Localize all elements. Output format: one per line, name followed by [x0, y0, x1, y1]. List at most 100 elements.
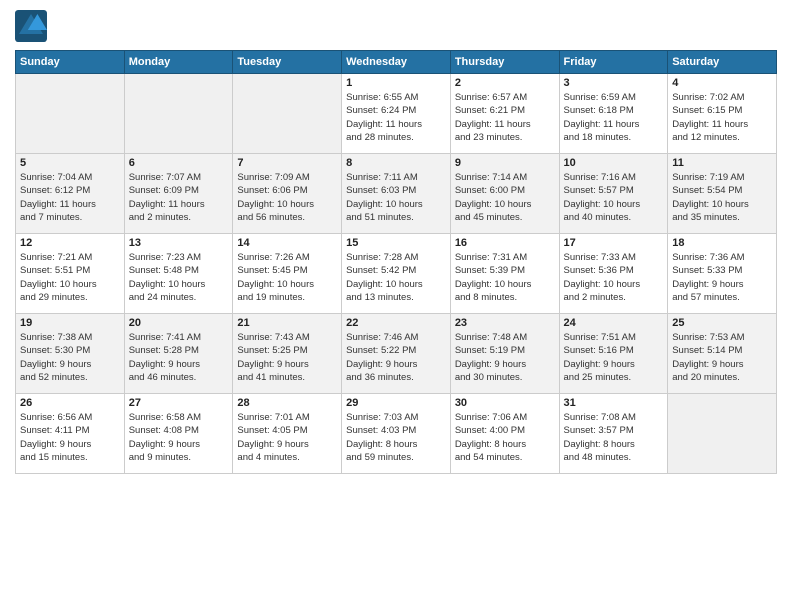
day-cell: 9 Sunrise: 7:14 AM Sunset: 6:00 PM Daylig… — [450, 154, 559, 234]
logo — [15, 10, 51, 42]
day-cell: 12 Sunrise: 7:21 AM Sunset: 5:51 PM Dayli… — [16, 234, 125, 314]
day-info: Sunrise: 6:58 AM Sunset: 4:08 PM Dayligh… — [129, 411, 229, 464]
day-number: 14 — [237, 237, 337, 249]
weekday-header-sunday: Sunday — [16, 51, 125, 74]
day-cell: 11 Sunrise: 7:19 AM Sunset: 5:54 PM Dayli… — [668, 154, 777, 234]
day-cell: 26 Sunrise: 6:56 AM Sunset: 4:11 PM Dayli… — [16, 394, 125, 474]
day-cell: 24 Sunrise: 7:51 AM Sunset: 5:16 PM Dayli… — [559, 314, 668, 394]
page: SundayMondayTuesdayWednesdayThursdayFrid… — [0, 0, 792, 612]
day-info: Sunrise: 6:56 AM Sunset: 4:11 PM Dayligh… — [20, 411, 120, 464]
day-number: 19 — [20, 317, 120, 329]
day-cell: 19 Sunrise: 7:38 AM Sunset: 5:30 PM Dayli… — [16, 314, 125, 394]
day-info: Sunrise: 7:51 AM Sunset: 5:16 PM Dayligh… — [564, 331, 664, 384]
day-number: 20 — [129, 317, 229, 329]
day-cell: 13Sunrise: 7:23 AM Sunset: 5:48 PM Dayli… — [124, 234, 233, 314]
day-cell — [124, 74, 233, 154]
day-info: Sunrise: 7:04 AM Sunset: 6:12 PM Dayligh… — [20, 171, 120, 224]
day-info: Sunrise: 7:16 AM Sunset: 5:57 PM Dayligh… — [564, 171, 664, 224]
day-cell: 17Sunrise: 7:33 AM Sunset: 5:36 PM Dayli… — [559, 234, 668, 314]
day-info: Sunrise: 7:46 AM Sunset: 5:22 PM Dayligh… — [346, 331, 446, 384]
day-cell: 14 Sunrise: 7:26 AM Sunset: 5:45 PM Dayli… — [233, 234, 342, 314]
day-info: Sunrise: 7:21 AM Sunset: 5:51 PM Dayligh… — [20, 251, 120, 304]
day-cell: 16 Sunrise: 7:31 AM Sunset: 5:39 PM Dayli… — [450, 234, 559, 314]
day-info: Sunrise: 7:36 AM Sunset: 5:33 PM Dayligh… — [672, 251, 772, 304]
day-cell — [668, 394, 777, 474]
weekday-header-tuesday: Tuesday — [233, 51, 342, 74]
header — [15, 10, 777, 42]
day-info: Sunrise: 7:33 AM Sunset: 5:36 PM Dayligh… — [564, 251, 664, 304]
day-cell — [233, 74, 342, 154]
day-cell: 29Sunrise: 7:03 AM Sunset: 4:03 PM Dayli… — [342, 394, 451, 474]
day-number: 9 — [455, 157, 555, 169]
day-number: 2 — [455, 77, 555, 89]
weekday-header-monday: Monday — [124, 51, 233, 74]
day-number: 27 — [129, 397, 229, 409]
day-cell: 2Sunrise: 6:57 AM Sunset: 6:21 PM Daylig… — [450, 74, 559, 154]
day-number: 5 — [20, 157, 120, 169]
weekday-header-wednesday: Wednesday — [342, 51, 451, 74]
day-number: 16 — [455, 237, 555, 249]
day-cell: 20 Sunrise: 7:41 AM Sunset: 5:28 PM Dayli… — [124, 314, 233, 394]
day-info: Sunrise: 7:06 AM Sunset: 4:00 PM Dayligh… — [455, 411, 555, 464]
day-cell: 21 Sunrise: 7:43 AM Sunset: 5:25 PM Dayli… — [233, 314, 342, 394]
day-number: 26 — [20, 397, 120, 409]
day-cell: 31 Sunrise: 7:08 AM Sunset: 3:57 PM Dayli… — [559, 394, 668, 474]
day-info: Sunrise: 7:26 AM Sunset: 5:45 PM Dayligh… — [237, 251, 337, 304]
day-info: Sunrise: 7:48 AM Sunset: 5:19 PM Dayligh… — [455, 331, 555, 384]
day-cell: 4Sunrise: 7:02 AM Sunset: 6:15 PM Daylig… — [668, 74, 777, 154]
day-cell: 6 Sunrise: 7:07 AM Sunset: 6:09 PM Daylig… — [124, 154, 233, 234]
day-info: Sunrise: 7:38 AM Sunset: 5:30 PM Dayligh… — [20, 331, 120, 384]
day-info: Sunrise: 7:08 AM Sunset: 3:57 PM Dayligh… — [564, 411, 664, 464]
day-cell: 28 Sunrise: 7:01 AM Sunset: 4:05 PM Dayli… — [233, 394, 342, 474]
day-cell: 1Sunrise: 6:55 AM Sunset: 6:24 PM Daylig… — [342, 74, 451, 154]
day-number: 8 — [346, 157, 446, 169]
day-number: 13 — [129, 237, 229, 249]
day-number: 23 — [455, 317, 555, 329]
day-number: 30 — [455, 397, 555, 409]
day-info: Sunrise: 7:31 AM Sunset: 5:39 PM Dayligh… — [455, 251, 555, 304]
day-info: Sunrise: 7:07 AM Sunset: 6:09 PM Dayligh… — [129, 171, 229, 224]
day-cell: 15Sunrise: 7:28 AM Sunset: 5:42 PM Dayli… — [342, 234, 451, 314]
day-info: Sunrise: 7:41 AM Sunset: 5:28 PM Dayligh… — [129, 331, 229, 384]
day-number: 10 — [564, 157, 664, 169]
day-cell: 10 Sunrise: 7:16 AM Sunset: 5:57 PM Dayli… — [559, 154, 668, 234]
day-number: 6 — [129, 157, 229, 169]
day-cell: 5 Sunrise: 7:04 AM Sunset: 6:12 PM Daylig… — [16, 154, 125, 234]
day-number: 15 — [346, 237, 446, 249]
day-info: Sunrise: 7:03 AM Sunset: 4:03 PM Dayligh… — [346, 411, 446, 464]
day-number: 11 — [672, 157, 772, 169]
day-cell: 27 Sunrise: 6:58 AM Sunset: 4:08 PM Dayli… — [124, 394, 233, 474]
day-number: 28 — [237, 397, 337, 409]
weekday-header-friday: Friday — [559, 51, 668, 74]
calendar-table: SundayMondayTuesdayWednesdayThursdayFrid… — [15, 50, 777, 474]
day-info: Sunrise: 7:11 AM Sunset: 6:03 PM Dayligh… — [346, 171, 446, 224]
day-cell: 25Sunrise: 7:53 AM Sunset: 5:14 PM Dayli… — [668, 314, 777, 394]
day-number: 1 — [346, 77, 446, 89]
day-cell — [16, 74, 125, 154]
weekday-header-thursday: Thursday — [450, 51, 559, 74]
day-info: Sunrise: 7:01 AM Sunset: 4:05 PM Dayligh… — [237, 411, 337, 464]
day-number: 12 — [20, 237, 120, 249]
day-cell: 3 Sunrise: 6:59 AM Sunset: 6:18 PM Daylig… — [559, 74, 668, 154]
day-info: Sunrise: 6:59 AM Sunset: 6:18 PM Dayligh… — [564, 91, 664, 144]
day-number: 22 — [346, 317, 446, 329]
logo-icon — [15, 10, 47, 42]
day-cell: 23 Sunrise: 7:48 AM Sunset: 5:19 PM Dayli… — [450, 314, 559, 394]
day-number: 21 — [237, 317, 337, 329]
weekday-header-row: SundayMondayTuesdayWednesdayThursdayFrid… — [16, 51, 777, 74]
day-cell: 7Sunrise: 7:09 AM Sunset: 6:06 PM Daylig… — [233, 154, 342, 234]
day-cell: 8 Sunrise: 7:11 AM Sunset: 6:03 PM Daylig… — [342, 154, 451, 234]
day-info: Sunrise: 7:14 AM Sunset: 6:00 PM Dayligh… — [455, 171, 555, 224]
day-info: Sunrise: 7:09 AM Sunset: 6:06 PM Dayligh… — [237, 171, 337, 224]
day-info: Sunrise: 7:53 AM Sunset: 5:14 PM Dayligh… — [672, 331, 772, 384]
day-info: Sunrise: 7:19 AM Sunset: 5:54 PM Dayligh… — [672, 171, 772, 224]
week-row-3: 12 Sunrise: 7:21 AM Sunset: 5:51 PM Dayli… — [16, 234, 777, 314]
day-info: Sunrise: 7:02 AM Sunset: 6:15 PM Dayligh… — [672, 91, 772, 144]
day-info: Sunrise: 7:43 AM Sunset: 5:25 PM Dayligh… — [237, 331, 337, 384]
day-number: 24 — [564, 317, 664, 329]
week-row-5: 26 Sunrise: 6:56 AM Sunset: 4:11 PM Dayli… — [16, 394, 777, 474]
day-number: 3 — [564, 77, 664, 89]
day-number: 31 — [564, 397, 664, 409]
week-row-1: 1Sunrise: 6:55 AM Sunset: 6:24 PM Daylig… — [16, 74, 777, 154]
day-number: 18 — [672, 237, 772, 249]
